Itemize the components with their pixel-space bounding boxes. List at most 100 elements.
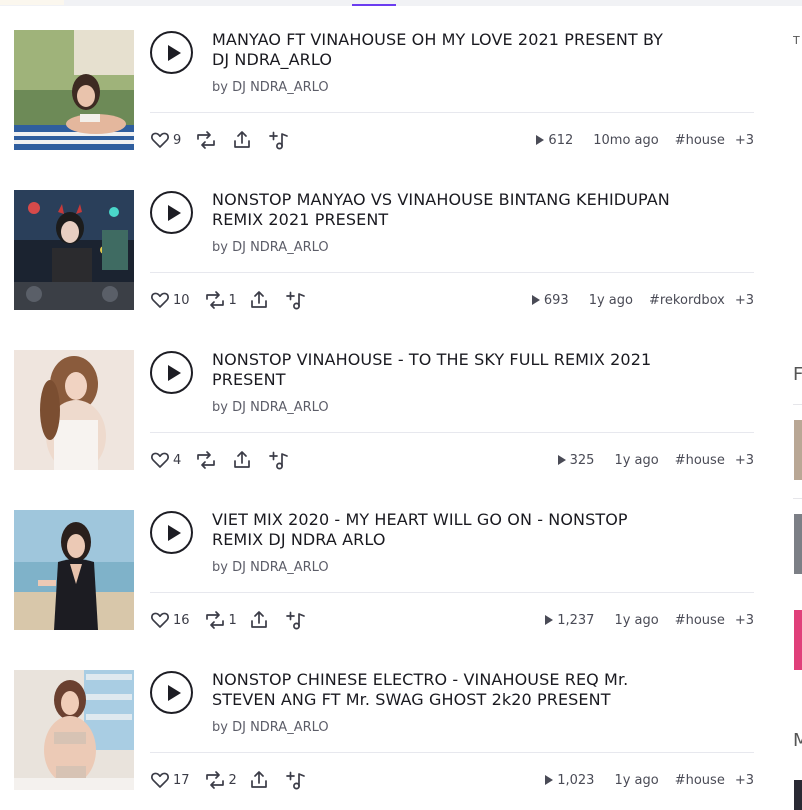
repost-icon <box>205 291 224 309</box>
track-item: NONSTOP VINAHOUSE - TO THE SKY FULL REMI… <box>14 350 754 470</box>
artist-link[interactable]: DJ NDRA_ARLO <box>232 400 329 415</box>
track-title[interactable]: NONSTOP MANYAO VS VINAHOUSE BINTANG KEHI… <box>212 190 672 230</box>
heart-icon <box>151 772 169 788</box>
like-button[interactable]: 9 <box>150 130 181 150</box>
like-count: 4 <box>173 452 182 468</box>
share-icon <box>250 611 267 628</box>
artist-link[interactable]: DJ NDRA_ARLO <box>232 720 329 735</box>
repost-button[interactable] <box>195 450 220 470</box>
upload-time: 1y ago <box>588 292 633 308</box>
repost-button[interactable]: 1 <box>204 290 237 310</box>
add-to-playlist-button[interactable] <box>268 130 290 150</box>
play-button[interactable] <box>150 511 193 554</box>
play-button[interactable] <box>150 31 193 74</box>
share-button[interactable] <box>249 610 269 630</box>
add-to-playlist-icon <box>269 131 289 150</box>
track-title[interactable]: MANYAO FT VINAHOUSE OH MY LOVE 2021 PRES… <box>212 30 672 70</box>
track-item: NONSTOP MANYAO VS VINAHOUSE BINTANG KEHI… <box>14 190 754 310</box>
active-tab-indicator <box>352 4 396 6</box>
heart-icon <box>151 292 169 308</box>
upload-time: 10mo ago <box>593 132 659 148</box>
more-tags[interactable]: +3 <box>735 613 754 628</box>
artist-link[interactable]: DJ NDRA_ARLO <box>232 560 329 575</box>
play-count: 1,237 <box>545 613 594 628</box>
track-artwork[interactable] <box>14 30 134 150</box>
upload-time: 1y ago <box>614 772 659 788</box>
play-count: 325 <box>557 452 595 468</box>
repost-button[interactable] <box>195 130 220 150</box>
more-tags[interactable]: +3 <box>735 453 754 468</box>
genre-tag[interactable]: #house <box>675 133 725 148</box>
like-button[interactable]: 10 <box>150 290 190 310</box>
repost-icon <box>197 131 216 149</box>
sidebar-thumbnail[interactable] <box>794 610 802 670</box>
play-count-icon <box>536 135 545 145</box>
add-to-playlist-button[interactable] <box>268 450 290 470</box>
divider <box>150 272 754 273</box>
by-label: by <box>212 400 228 415</box>
by-label: by <box>212 80 228 95</box>
like-button[interactable]: 17 <box>150 770 190 790</box>
track-actions: 10 1 <box>150 288 307 312</box>
track-title[interactable]: NONSTOP CHINESE ELECTRO - VINAHOUSE REQ … <box>212 670 672 710</box>
genre-tag[interactable]: #house <box>675 453 725 468</box>
upload-time: 1y ago <box>614 612 659 628</box>
track-title[interactable]: VIET MIX 2020 - MY HEART WILL GO ON - NO… <box>212 510 672 550</box>
repost-button[interactable]: 1 <box>204 610 237 630</box>
track-artwork[interactable] <box>14 190 134 310</box>
track-item: VIET MIX 2020 - MY HEART WILL GO ON - NO… <box>14 510 754 630</box>
share-icon <box>234 451 251 468</box>
like-count: 9 <box>173 132 182 148</box>
add-to-playlist-button[interactable] <box>285 290 307 310</box>
repost-count: 1 <box>228 612 237 628</box>
track-actions: 9 <box>150 128 290 152</box>
track-item: NONSTOP CHINESE ELECTRO - VINAHOUSE REQ … <box>14 670 754 790</box>
play-count-value: 325 <box>569 452 595 468</box>
genre-tag[interactable]: #house <box>675 773 725 788</box>
add-to-playlist-icon <box>285 771 305 790</box>
more-tags[interactable]: +3 <box>735 133 754 148</box>
track-artwork[interactable] <box>14 350 134 470</box>
play-count-value: 612 <box>548 132 574 148</box>
heart-icon <box>151 612 169 628</box>
track-item: MANYAO FT VINAHOUSE OH MY LOVE 2021 PRES… <box>14 30 754 150</box>
add-to-playlist-button[interactable] <box>285 610 307 630</box>
track-actions: 4 <box>150 448 290 472</box>
track-meta: 325 1y ago #house +3 <box>557 448 754 472</box>
play-count: 612 <box>536 133 573 148</box>
play-count-icon <box>545 775 554 785</box>
more-tags[interactable]: +3 <box>735 293 754 308</box>
sidebar-thumbnail[interactable] <box>794 420 802 480</box>
artist-link[interactable]: DJ NDRA_ARLO <box>232 80 329 95</box>
share-button[interactable] <box>232 130 252 150</box>
play-button[interactable] <box>150 351 193 394</box>
genre-tag[interactable]: #house <box>675 613 725 628</box>
track-artwork[interactable] <box>14 510 134 630</box>
like-button[interactable]: 16 <box>150 610 190 630</box>
sidebar-thumbnail[interactable] <box>794 780 802 810</box>
play-count-value: 1,023 <box>557 772 595 788</box>
add-to-playlist-icon <box>285 611 305 630</box>
track-actions: 17 2 <box>150 768 307 792</box>
play-count: 1,023 <box>545 773 594 788</box>
right-sidebar: T F M <box>793 0 802 810</box>
sidebar-thumbnail[interactable] <box>794 514 802 574</box>
share-button[interactable] <box>232 450 252 470</box>
like-count: 10 <box>173 292 190 308</box>
track-artwork[interactable] <box>14 670 134 790</box>
repost-button[interactable]: 2 <box>204 770 237 790</box>
more-tags[interactable]: +3 <box>735 773 754 788</box>
track-meta: 1,237 1y ago #house +3 <box>545 608 754 632</box>
share-button[interactable] <box>249 770 269 790</box>
play-button[interactable] <box>150 191 193 234</box>
genre-tag[interactable]: #rekordbox <box>649 293 725 308</box>
sidebar-heading: M <box>793 730 802 751</box>
add-to-playlist-button[interactable] <box>285 770 307 790</box>
like-button[interactable]: 4 <box>150 450 181 470</box>
heart-icon <box>151 452 169 468</box>
track-title[interactable]: NONSTOP VINAHOUSE - TO THE SKY FULL REMI… <box>212 350 672 390</box>
artist-link[interactable]: DJ NDRA_ARLO <box>232 240 329 255</box>
play-count-value: 693 <box>543 292 569 308</box>
play-button[interactable] <box>150 671 193 714</box>
share-button[interactable] <box>249 290 269 310</box>
